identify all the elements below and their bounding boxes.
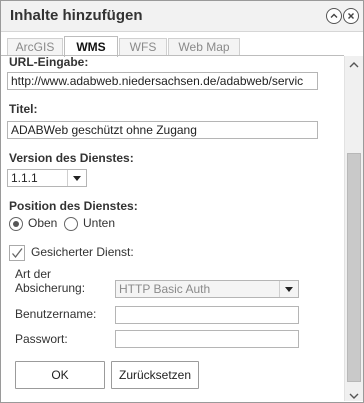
dialog-title: Inhalte hinzufügen [10,7,143,24]
secured-checkbox[interactable] [9,245,25,261]
username-input[interactable] [115,306,299,324]
version-label: Version des Dienstes: [9,151,134,165]
title-input[interactable]: ADABWeb geschützt ohne Zugang [7,121,318,139]
position-label: Position des Dienstes: [9,199,138,213]
auth-type-label-line2: Absicherung: [15,281,86,295]
tab-web-map[interactable]: Web Map [168,38,240,56]
username-label: Benutzername: [15,307,97,321]
checkmark-icon [12,248,23,259]
close-icon[interactable] [343,8,359,24]
collapse-icon[interactable] [326,8,342,24]
scroll-down-icon[interactable] [349,389,359,403]
scroll-up-icon[interactable] [349,58,359,72]
chevron-down-icon[interactable] [67,170,86,186]
position-radio-top[interactable] [9,217,23,231]
add-content-dialog: Inhalte hinzufügen ArcGIS WMS WFS Web Ma… [0,0,364,403]
chevron-down-icon[interactable] [279,281,298,297]
url-input[interactable]: http://www.adabweb.niedersachsen.de/adab… [7,72,318,90]
position-option-bottom[interactable]: Unten [83,216,115,230]
reset-button[interactable]: Zurücksetzen [111,361,199,389]
tab-wfs[interactable]: WFS [119,38,167,56]
ok-button[interactable]: OK [15,361,105,389]
scrollbar-thumb[interactable] [347,153,361,382]
title-label: Titel: [9,102,38,116]
password-input[interactable] [115,330,299,348]
tab-arcgis[interactable]: ArcGIS [7,38,63,56]
auth-type-select[interactable]: HTTP Basic Auth [115,280,299,298]
auth-type-value: HTTP Basic Auth [119,282,211,296]
secured-label: Gesicherter Dienst: [31,245,134,259]
radio-selected-dot [13,221,19,227]
version-select[interactable]: 1.1.1 [7,169,87,187]
position-radio-bottom[interactable] [64,217,78,231]
dialog-titlebar[interactable]: Inhalte hinzufügen [1,1,363,32]
password-label: Passwort: [15,332,68,346]
tab-bar: ArcGIS WMS WFS Web Map [1,32,363,57]
auth-type-label-line1: Art der [15,267,52,281]
position-option-top[interactable]: Oben [28,216,57,230]
url-label: URL-Eingabe: [9,56,89,69]
wms-form: URL-Eingabe: http://www.adabweb.niedersa… [1,56,344,402]
version-value: 1.1.1 [11,171,38,185]
tab-wms[interactable]: WMS [64,36,118,57]
vertical-scrollbar[interactable] [344,56,363,401]
